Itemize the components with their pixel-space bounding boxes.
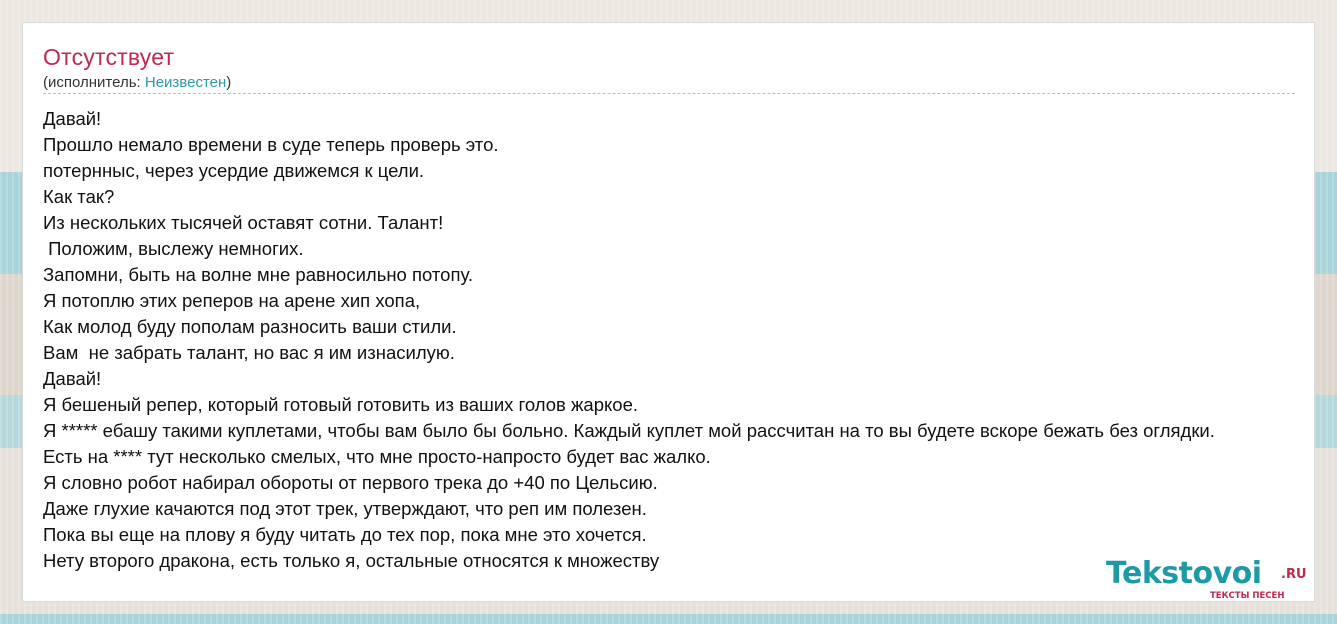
logo-tagline: ТЕКСТЫ ПЕСЕН [1210,591,1285,601]
lyric-line: Давай! [43,368,102,389]
artist-line: (исполнитель: Неизвестен) [43,74,231,91]
lyric-line: потернныс, через усердие движемся к цели… [43,160,425,181]
lyric-line: Нету второго дракона, есть только я, ост… [43,550,660,571]
lyric-line: Как молод буду пополам разносить ваши ст… [43,316,457,337]
lyric-line: Я потоплю этих реперов на арене хип хопа… [43,290,421,311]
lyric-line: Есть на **** тут несколько смелых, что м… [43,446,711,467]
lyric-line: Положим, выслежу немногих. [43,238,304,259]
lyric-line: Пока вы еще на плову я буду читать до те… [43,524,647,545]
lyric-line: Даже глухие качаются под этот трек, утве… [43,498,647,519]
title-divider [43,93,1295,94]
lyric-line: Из нескольких тысячей оставят сотни. Тал… [43,212,444,233]
artist-prefix: (исполнитель: [43,74,145,91]
lyric-line: Как так? [43,186,115,207]
logo-domain: .RU [1281,567,1307,582]
lyric-line: Давай! [43,108,102,129]
lyric-line: Я словно робот набирал обороты от первог… [43,472,658,493]
artist-link[interactable]: Неизвестен [145,74,226,91]
site-logo[interactable]: Tekstovoi .RU ТЕКСТЫ ПЕСЕН [1106,556,1316,604]
logo-wordmark: Tekstovoi [1106,556,1262,591]
song-title: Отсутствует [43,44,175,70]
lyrics-card: Отсутствует (исполнитель: Неизвестен) Да… [22,22,1315,602]
lyric-line: Запомни, быть на волне мне равносильно п… [43,264,473,285]
lyric-line: Я бешеный репер, который готовый готовит… [43,394,638,415]
lyric-line: Я ***** ебашу такими куплетами, чтобы ва… [43,420,1215,441]
lyrics-text: Давай! Прошло немало времени в суде тепе… [43,106,1215,574]
lyric-line: Прошло немало времени в суде теперь пров… [43,134,499,155]
lyric-line: Вам не забрать талант, но вас я им изнас… [43,342,455,363]
artist-suffix: ) [226,74,232,91]
